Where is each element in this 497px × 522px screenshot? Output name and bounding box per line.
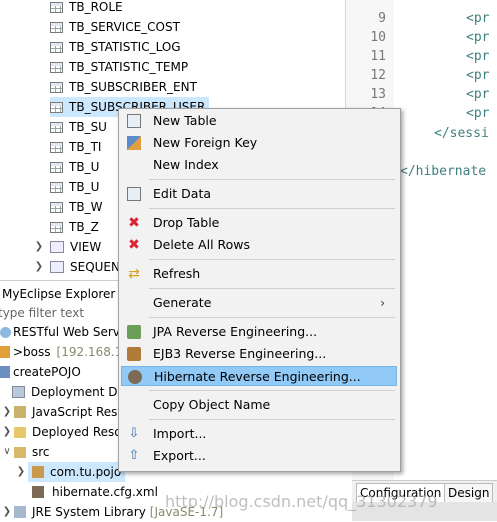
menu-item-export[interactable]: ⇧ Export... xyxy=(121,446,397,466)
expand-icon[interactable]: ❯ xyxy=(32,237,46,257)
sequence-node[interactable]: ❯ SEQUEN xyxy=(32,257,120,277)
code-line: 9 <pr xyxy=(378,11,490,26)
watermark: http://blog.csdn.net/qq_31302379 xyxy=(165,492,438,511)
table-icon xyxy=(50,201,63,213)
menu-item-refresh[interactable]: ⇄ Refresh xyxy=(121,264,397,284)
folder-icon xyxy=(50,261,64,273)
folder-icon xyxy=(50,241,64,253)
tree-item-package[interactable]: ❯ com.tu.pojo xyxy=(14,462,126,482)
expand-icon[interactable]: ❯ xyxy=(14,462,28,482)
menu-item-hibernate-reverse[interactable]: Hibernate Reverse Engineering... xyxy=(121,366,397,386)
menu-item-copy-object-name[interactable]: Copy Object Name xyxy=(121,395,397,415)
source-folder-icon xyxy=(14,446,26,458)
menu-item-ejb3-reverse[interactable]: EJB3 Reverse Engineering... xyxy=(121,344,397,364)
menu-item-delete-all-rows[interactable]: ✖ Delete All Rows xyxy=(121,235,397,255)
expand-icon[interactable]: ❯ xyxy=(0,422,14,442)
refresh-icon: ⇄ xyxy=(128,266,140,282)
table-icon xyxy=(50,181,63,193)
expand-icon[interactable]: ❯ xyxy=(0,402,14,422)
code-line: 12 <pr xyxy=(370,68,490,83)
hibernate-icon xyxy=(128,370,142,384)
table-icon xyxy=(50,141,63,153)
hibernate-icon xyxy=(32,486,44,498)
package-icon xyxy=(32,466,44,478)
submenu-arrow-icon: › xyxy=(380,296,385,310)
server-icon xyxy=(0,346,10,358)
tree-item-javascript[interactable]: ❯ JavaScript Reso xyxy=(0,402,125,422)
foreign-key-icon xyxy=(127,136,141,150)
globe-icon xyxy=(0,326,11,338)
explorer-tab[interactable]: MyEclipse Explorer ✖ xyxy=(0,283,138,305)
expand-icon[interactable]: ❯ xyxy=(0,502,14,522)
deploy-icon xyxy=(12,386,25,398)
code-line: 13 <pr xyxy=(370,87,490,102)
menu-separator xyxy=(149,259,395,260)
tree-item-deployed[interactable]: ❯ Deployed Reso xyxy=(0,422,122,442)
code-line: 10 <pr xyxy=(370,30,490,45)
jpa-icon xyxy=(127,325,141,339)
export-icon: ⇧ xyxy=(128,448,140,463)
delete-icon: ✖ xyxy=(128,215,140,231)
explorer-title: MyEclipse Explorer xyxy=(2,287,116,301)
menu-item-import[interactable]: ⇩ Import... xyxy=(121,424,397,444)
tree-item-boss[interactable]: >boss [192.168.1 xyxy=(0,342,122,362)
tree-item-deployment[interactable]: Deployment De xyxy=(12,382,125,402)
js-icon xyxy=(14,406,26,418)
table-item[interactable]: TB_Z xyxy=(50,217,99,237)
context-menu: New Table New Foreign Key New Index Edit… xyxy=(118,108,401,472)
tab-design[interactable]: Design xyxy=(444,483,494,503)
menu-separator xyxy=(149,390,395,391)
collapse-icon[interactable]: ∨ xyxy=(0,442,14,462)
table-icon xyxy=(127,187,141,201)
menu-separator xyxy=(149,208,395,209)
delete-icon: ✖ xyxy=(128,237,140,253)
menu-separator xyxy=(149,288,395,289)
menu-item-new-foreign-key[interactable]: New Foreign Key xyxy=(121,133,397,153)
tree-item-restful[interactable]: RESTful Web Servi xyxy=(0,322,123,342)
library-icon xyxy=(14,506,26,518)
menu-separator xyxy=(149,179,395,180)
menu-separator xyxy=(149,419,395,420)
project-icon xyxy=(0,366,10,378)
menu-item-jpa-reverse[interactable]: JPA Reverse Engineering... xyxy=(121,322,397,342)
menu-item-new-index[interactable]: New Index xyxy=(121,155,397,175)
filter-input[interactable]: type filter text xyxy=(0,306,84,320)
menu-separator xyxy=(149,317,395,318)
code-line: 11 <pr xyxy=(370,49,490,64)
tree-item-project[interactable]: createPOJO xyxy=(0,362,81,382)
tree-item-hibernate-cfg[interactable]: hibernate.cfg.xml xyxy=(32,482,158,502)
folder-icon xyxy=(14,426,26,438)
table-icon xyxy=(127,114,141,128)
view-node[interactable]: ❯ VIEW xyxy=(32,237,101,257)
table-item[interactable]: TB_W xyxy=(50,197,102,217)
tree-item-src[interactable]: ∨ src xyxy=(0,442,49,462)
ejb3-icon xyxy=(127,347,141,361)
menu-item-drop-table[interactable]: ✖ Drop Table xyxy=(121,213,397,233)
menu-item-new-table[interactable]: New Table xyxy=(121,111,397,131)
menu-item-edit-data[interactable]: Edit Data xyxy=(121,184,397,204)
import-icon: ⇩ xyxy=(128,426,140,441)
expand-icon[interactable]: ❯ xyxy=(32,257,46,277)
table-icon xyxy=(50,221,63,233)
menu-item-generate[interactable]: Generate › xyxy=(121,293,397,313)
